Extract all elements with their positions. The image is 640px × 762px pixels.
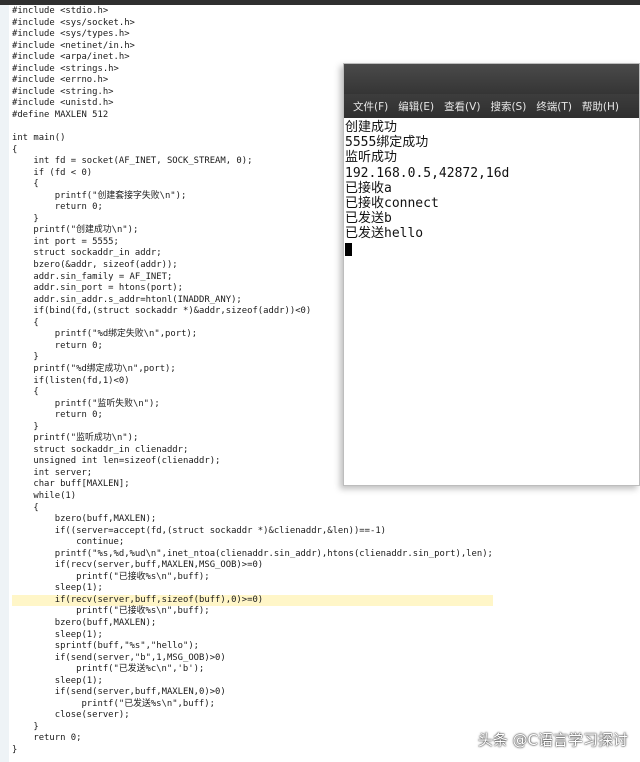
code-line: if((server=accept(fd,(struct sockaddr *)… (12, 525, 387, 536)
code-line: if(recv(server,buff,sizeof(buff),0)>=0) (12, 594, 493, 607)
code-line: sleep(1); (12, 583, 103, 594)
code-line: bzero(buff,MAXLEN); (12, 617, 157, 628)
code-line: printf("已发送%c\n",'b'); (12, 664, 205, 675)
terminal-menubar: 文件(F) 编辑(E) 查看(V) 搜索(S) 终端(T) 帮助(H) (344, 94, 639, 118)
code-line: if(send(server,"b",1,MSG_OOB)>0) (12, 652, 226, 663)
code-line: while(1) (12, 490, 77, 501)
code-line: printf("%s,%d,%ud\n",inet_ntoa(clienaddr… (12, 548, 493, 559)
code-line: { (12, 502, 39, 513)
watermark: 头条 @C语言学习探讨 (477, 731, 628, 749)
terminal-line: 192.168.0.5,42872,16d (345, 165, 510, 181)
terminal-line: 创建成功 (345, 120, 398, 135)
terminal-line: 已接收connect (345, 195, 439, 211)
code-line: #include <sys/socket.h> (12, 17, 135, 28)
code-line: sleep(1); (12, 675, 103, 686)
code-line: if(send(server,buff,MAXLEN,0)>0) (12, 687, 226, 698)
editor-gutter (0, 5, 9, 762)
terminal-output[interactable]: 创建成功 5555绑定成功 监听成功 192.168.0.5,42872,16d… (345, 120, 639, 256)
code-line: #include <arpa/inet.h> (12, 52, 130, 63)
menu-edit[interactable]: 编辑(E) (396, 97, 436, 116)
terminal-line: 5555绑定成功 (345, 135, 429, 151)
terminal-line: 监听成功 (345, 150, 398, 166)
terminal-titlebar[interactable] (344, 64, 639, 94)
menu-terminal[interactable]: 终端(T) (534, 97, 574, 116)
terminal-cursor (345, 242, 352, 256)
code-line: printf("已接收%s\n",buff); (12, 606, 210, 617)
code-line: close(server); (12, 710, 130, 721)
code-line: continue; (12, 537, 125, 548)
code-line: if(recv(server,buff,MAXLEN,MSG_OOB)>=0) (12, 560, 264, 571)
code-line: } (12, 721, 39, 732)
code-line: sleep(1); (12, 629, 103, 640)
code-line: #include <stdio.h> (12, 6, 109, 16)
code-line: } (12, 745, 18, 755)
menu-view[interactable]: 查看(V) (442, 97, 482, 116)
terminal-line: 已发送hello (345, 226, 424, 242)
menu-search[interactable]: 搜索(S) (488, 97, 528, 116)
code-line: bzero(buff,MAXLEN); (12, 514, 157, 525)
code-line: #include <sys/types.h> (12, 29, 130, 40)
terminal-line: 已发送b (345, 211, 392, 227)
editor-titlebar (0, 0, 640, 5)
terminal-line: 已接收a (345, 180, 392, 196)
menu-file[interactable]: 文件(F) (351, 97, 390, 116)
code-line: printf("已发送%s\n",buff); (12, 698, 215, 709)
code-line: return 0; (12, 733, 82, 744)
code-line: printf("已接收%s\n",buff); (12, 571, 210, 582)
menu-help[interactable]: 帮助(H) (580, 97, 621, 116)
code-line: #include <netinet/in.h> (12, 40, 135, 51)
code-line: sprintf(buff,"%s","hello"); (12, 641, 200, 652)
terminal-window[interactable]: 文件(F) 编辑(E) 查看(V) 搜索(S) 终端(T) 帮助(H) 创建成功… (343, 63, 640, 486)
